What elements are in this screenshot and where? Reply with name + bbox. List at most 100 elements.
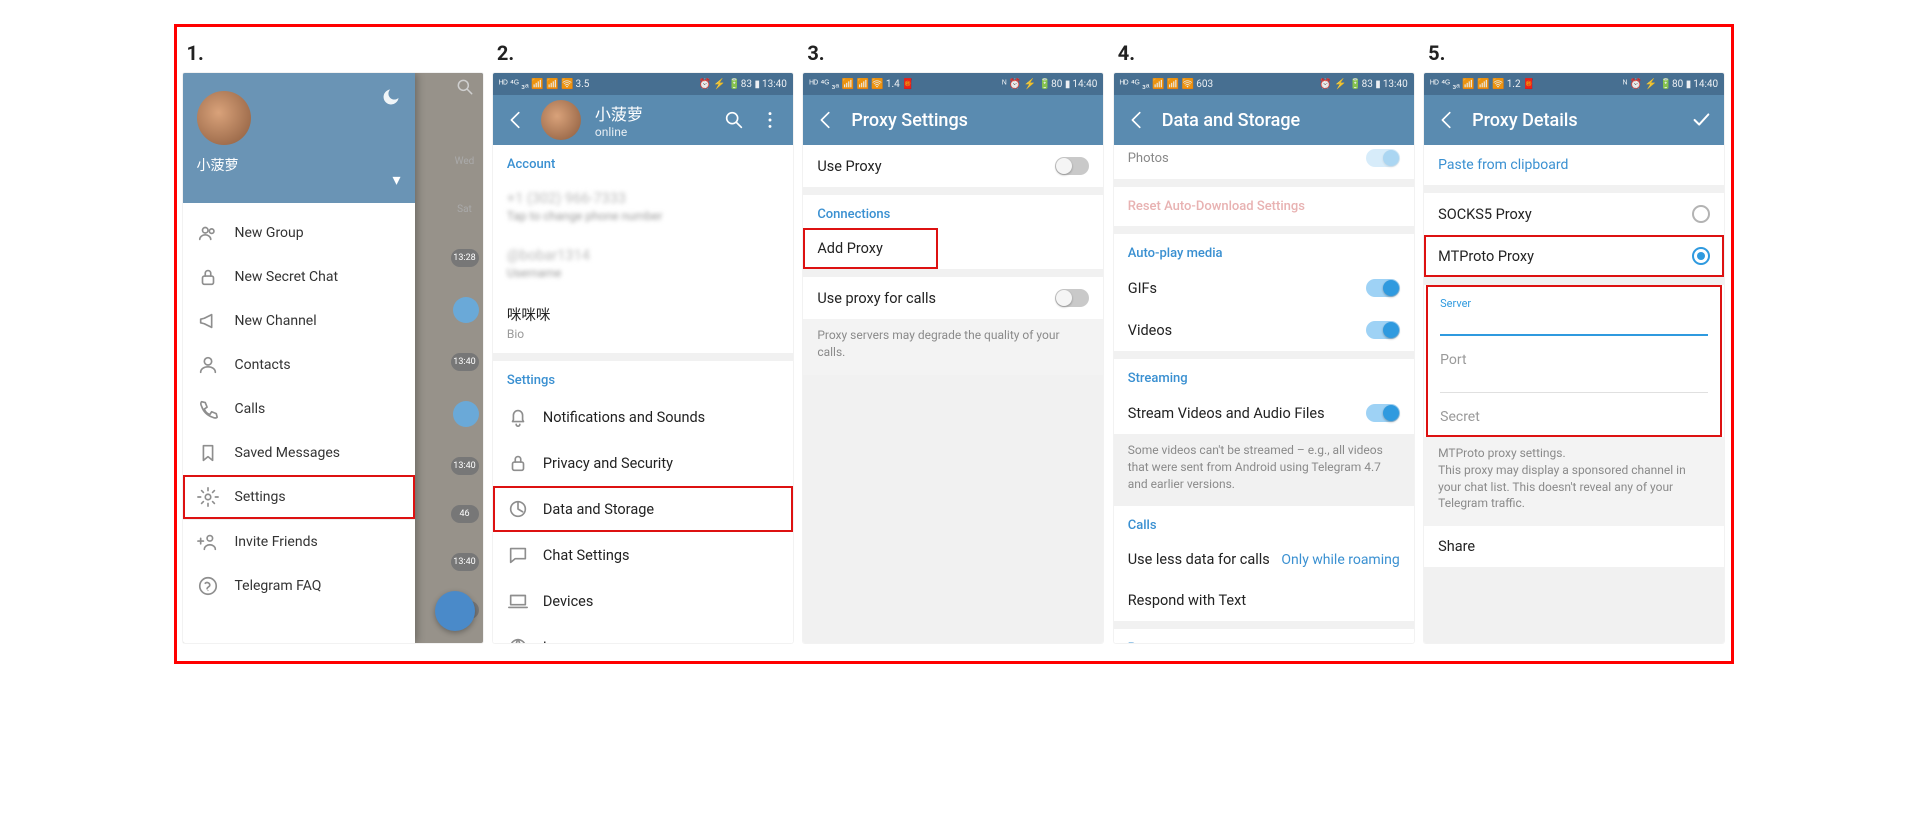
chevron-down-icon[interactable]: ▾ [392,170,400,189]
toolbar-data-storage: Data and Storage [1114,95,1414,145]
avatar[interactable] [541,100,581,140]
switch-stream[interactable] [1366,404,1400,422]
status-bar: ᴴᴰ ⁴ᴳ ₃ₐ 📶 📶 🛜603 ⏰ ⚡ 🔋83 ▮13:40 [1114,73,1414,95]
account-username-row[interactable]: @bobar1314 Username [493,235,793,292]
switch-gifs[interactable] [1366,279,1400,297]
back-icon[interactable] [1436,109,1458,131]
help-icon [197,575,219,597]
respond-text-row[interactable]: Respond with Text [1114,580,1414,621]
check-icon[interactable] [1690,109,1712,131]
gifs-row[interactable]: GIFs [1114,267,1414,309]
step-number: 2. [493,37,793,73]
drawer-item-faq[interactable]: Telegram FAQ [183,564,415,608]
drawer-item-contacts[interactable]: Contacts [183,343,415,387]
bookmark-icon [197,442,219,464]
use-proxy-calls-row[interactable]: Use proxy for calls [803,277,1103,319]
panel-1: 1. ᴴᴰ ⁴ᴳ ₃ₐ 📶 📶 🛜331 ⏰ ⚡ 🔋83 ▮13:40 Wed … [183,37,483,651]
phone-screen-2: ᴴᴰ ⁴ᴳ ₃ₐ 📶 📶 🛜3.5 ⏰ ⚡ 🔋83 ▮13:40 小菠萝 onl… [493,73,793,643]
step-number: 3. [803,37,1103,73]
phone-screen-4: ᴴᴰ ⁴ᴳ ₃ₐ 📶 📶 🛜603 ⏰ ⚡ 🔋83 ▮13:40 Data an… [1114,73,1414,643]
panel-5: 5. ᴴᴰ ⁴ᴳ ₃ₐ 📶 📶 🛜1.2🧧 ᴺ ⏰ ⚡ 🔋80 ▮14:40 P… [1424,37,1724,651]
drawer-user-name: 小菠萝 [197,155,401,175]
less-data-row[interactable]: Use less data for callsOnly while roamin… [1114,539,1414,580]
mtproto-option[interactable]: MTProto Proxy [1424,235,1724,277]
settings-privacy[interactable]: Privacy and Security [493,440,793,486]
data-icon [507,498,529,520]
bell-icon [507,406,529,428]
port-field[interactable]: Port [1426,346,1722,403]
phone-icon [197,398,219,420]
settings-content: Account +1 (302) 966-7333 Tap to change … [493,145,793,643]
drawer-header: 小菠萝 ▾ [183,73,415,203]
switch-use-proxy[interactable] [1055,157,1089,175]
compose-fab[interactable] [435,591,475,631]
account-bio-row[interactable]: 咪咪咪 Bio [493,292,793,353]
radio-mtproto[interactable] [1692,247,1710,265]
drawer-item-new-channel[interactable]: New Channel [183,299,415,343]
avatar[interactable] [197,91,251,145]
socks5-option[interactable]: SOCKS5 Proxy [1424,193,1724,235]
account-phone-row[interactable]: +1 (302) 966-7333 Tap to change phone nu… [493,178,793,235]
status-bar: ᴴᴰ ⁴ᴳ ₃ₐ 📶 📶 🛜1.4🧧 ᴺ ⏰ ⚡ 🔋80 ▮14:40 [803,73,1103,95]
switch-photos[interactable] [1366,149,1400,167]
back-icon[interactable] [1126,109,1148,131]
phone-screen-5: ᴴᴰ ⁴ᴳ ₃ₐ 📶 📶 🛜1.2🧧 ᴺ ⏰ ⚡ 🔋80 ▮14:40 Prox… [1424,73,1724,643]
page-title: Proxy Details [1472,110,1676,131]
status-bar: ᴴᴰ ⁴ᴳ ₃ₐ 📶 📶 🛜1.2🧧 ᴺ ⏰ ⚡ 🔋80 ▮14:40 [1424,73,1724,95]
drawer-item-new-group[interactable]: New Group [183,211,415,255]
switch-proxy-calls[interactable] [1055,289,1089,307]
globe-icon [507,636,529,643]
section-streaming: Streaming [1114,359,1414,392]
toolbar-proxy-details: Proxy Details [1424,95,1724,145]
drawer-menu: New Group New Secret Chat New Channel Co… [183,203,415,616]
paste-clipboard[interactable]: Paste from clipboard [1424,145,1724,185]
drawer-item-calls[interactable]: Calls [183,387,415,431]
add-person-icon [197,531,219,553]
settings-data-storage[interactable]: Data and Storage [493,486,793,532]
videos-row[interactable]: Videos [1114,309,1414,351]
settings-notifications[interactable]: Notifications and Sounds [493,394,793,440]
phone-screen-3: ᴴᴰ ⁴ᴳ ₃ₐ 📶 📶 🛜1.4🧧 ᴺ ⏰ ⚡ 🔋80 ▮14:40 Prox… [803,73,1103,643]
reset-auto-download[interactable]: Reset Auto-Download Settings [1114,187,1414,226]
profile-name: 小菠萝 [595,101,709,125]
section-autoplay: Auto-play media [1114,234,1414,267]
drawer-item-invite[interactable]: Invite Friends [183,519,415,564]
server-field[interactable]: Server [1426,291,1722,346]
search-icon[interactable] [455,77,475,101]
radio-socks5[interactable] [1692,205,1710,223]
back-icon[interactable] [505,109,527,131]
more-icon[interactable] [759,109,781,131]
chat-icon [507,544,529,566]
navigation-drawer: 小菠萝 ▾ New Group New Secret Chat New Chan… [183,73,415,643]
step-number: 4. [1114,37,1414,73]
proxy-fields-group: Server Port Secret [1426,285,1722,437]
settings-chat[interactable]: Chat Settings [493,532,793,578]
data-storage-content: Photos Reset Auto-Download Settings Auto… [1114,145,1414,643]
pin-icon [453,297,479,323]
stream-hint: Some videos can't be streamed – e.g., al… [1114,434,1414,506]
drawer-item-saved[interactable]: Saved Messages [183,431,415,475]
port-input[interactable] [1440,368,1708,393]
secret-field[interactable]: Secret [1426,403,1722,435]
use-proxy-toggle-row[interactable]: Use Proxy [803,145,1103,187]
page-title: Proxy Settings [851,110,1091,131]
search-icon[interactable] [723,109,745,131]
share-row[interactable]: Share [1424,526,1724,567]
calls-hint: Proxy servers may degrade the quality of… [803,319,1103,375]
settings-language[interactable]: Language [493,624,793,643]
proxy-content: Use Proxy Connections Add Proxy Use prox… [803,145,1103,643]
stream-row[interactable]: Stream Videos and Audio Files [1114,392,1414,434]
back-icon[interactable] [815,109,837,131]
moon-icon[interactable] [381,87,401,107]
add-proxy-button[interactable]: Add Proxy [803,228,938,269]
photos-row[interactable]: Photos [1114,145,1414,179]
status-bar: ᴴᴰ ⁴ᴳ ₃ₐ 📶 📶 🛜3.5 ⏰ ⚡ 🔋83 ▮13:40 [493,73,793,95]
settings-devices[interactable]: Devices [493,578,793,624]
proxy-details-content: Paste from clipboard SOCKS5 Proxy MTProt… [1424,145,1724,643]
drawer-item-settings[interactable]: Settings [183,475,415,519]
mtproto-hint: MTProto proxy settings. This proxy may d… [1424,437,1724,526]
switch-videos[interactable] [1366,321,1400,339]
step-number: 1. [183,37,483,73]
drawer-item-secret-chat[interactable]: New Secret Chat [183,255,415,299]
server-input[interactable] [1440,310,1708,336]
